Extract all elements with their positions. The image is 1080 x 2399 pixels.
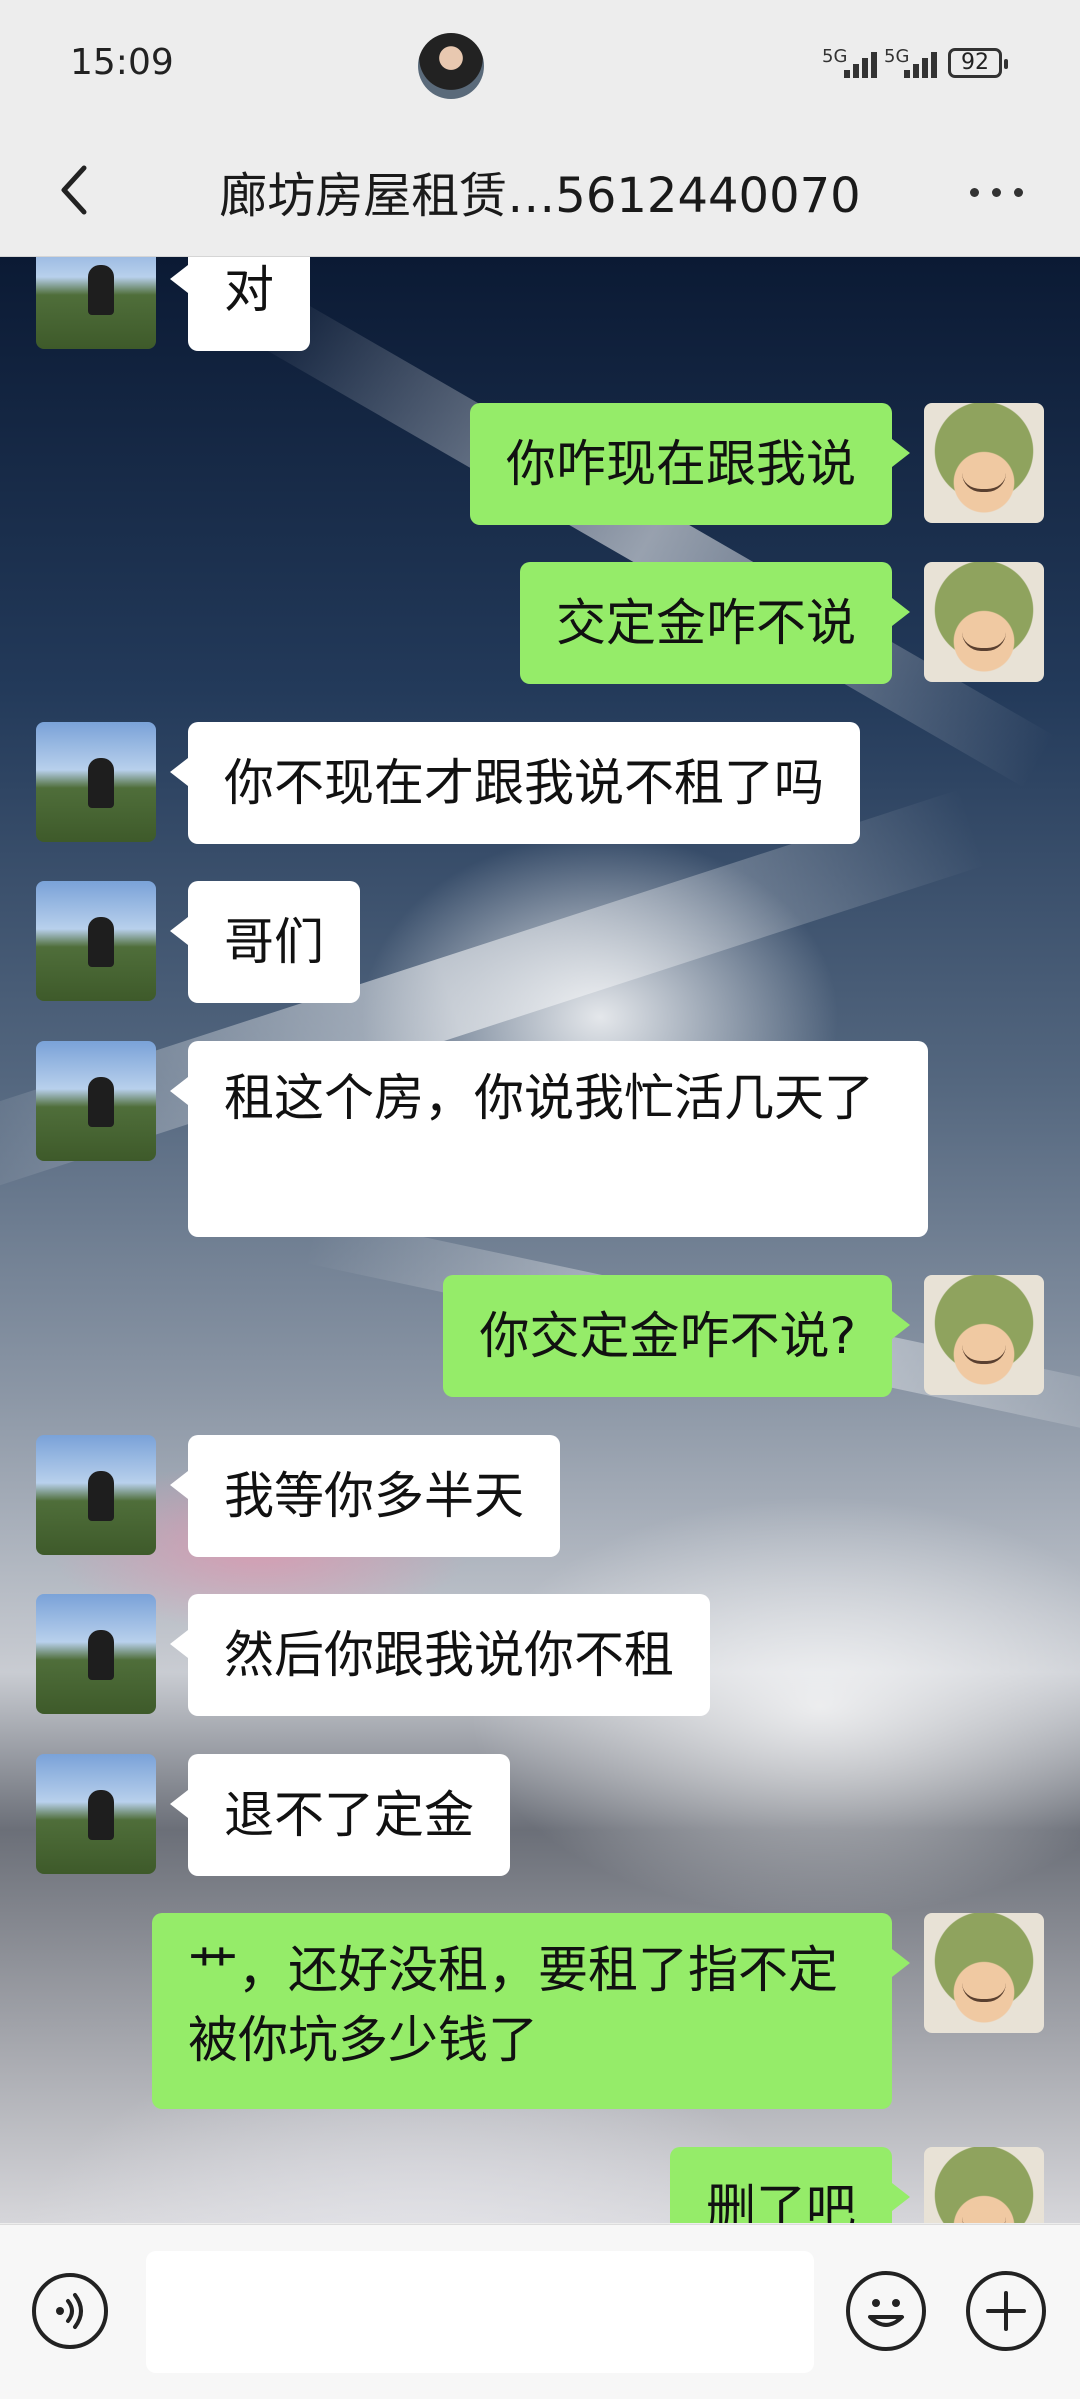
message-bubble[interactable]: 租这个房，你说我忙活几天了 xyxy=(170,1041,928,1237)
self-avatar[interactable] xyxy=(924,2147,1044,2223)
peer-avatar[interactable] xyxy=(36,257,156,349)
input-bar xyxy=(0,2224,1080,2399)
self-avatar[interactable] xyxy=(924,1913,1044,2033)
message-bubble[interactable]: 退不了定金 xyxy=(170,1754,510,1876)
signal-bars-icon xyxy=(836,50,878,78)
chat-title: 廊坊房屋租赁…5612440070 xyxy=(219,168,861,224)
chat-message-list[interactable]: 对 你咋现在跟我说 交定金咋不说 你不现在才跟我说不租了吗 哥们 租这个房，你说… xyxy=(0,257,1080,2223)
plus-icon[interactable] xyxy=(966,2271,1046,2351)
message-bubble[interactable]: 我等你多半天 xyxy=(170,1435,560,1557)
message-input[interactable] xyxy=(146,2251,814,2373)
message-bubble[interactable]: 对 xyxy=(170,257,310,351)
status-bar: 15:09 5G 5G 92 xyxy=(0,0,1080,130)
message-bubble[interactable]: 删了吧 xyxy=(670,2147,910,2223)
peer-avatar[interactable] xyxy=(36,722,156,842)
self-avatar[interactable] xyxy=(924,1275,1044,1395)
emoji-icon[interactable] xyxy=(846,2271,926,2351)
peer-avatar[interactable] xyxy=(36,1594,156,1714)
more-dots-icon[interactable] xyxy=(964,180,1028,204)
battery-icon: 92 xyxy=(948,48,1008,78)
message-bubble[interactable]: 然后你跟我说你不租 xyxy=(170,1594,710,1716)
peer-avatar[interactable] xyxy=(36,881,156,1001)
status-avatar xyxy=(418,33,484,99)
chat-header: 廊坊房屋租赁…5612440070 xyxy=(0,130,1080,257)
message-bubble[interactable]: 你交定金咋不说? xyxy=(443,1275,910,1397)
peer-avatar[interactable] xyxy=(36,1754,156,1874)
voice-icon[interactable] xyxy=(32,2273,108,2349)
peer-avatar[interactable] xyxy=(36,1435,156,1555)
message-bubble[interactable]: 艹，还好没租，要租了指不定被你坑多少钱了 xyxy=(152,1913,910,2109)
status-time: 15:09 xyxy=(70,42,174,83)
message-bubble[interactable]: 你不现在才跟我说不租了吗 xyxy=(170,722,860,844)
signal-bars-icon xyxy=(898,50,940,78)
peer-avatar[interactable] xyxy=(36,1041,156,1161)
message-bubble[interactable]: 哥们 xyxy=(170,881,360,1003)
message-bubble[interactable]: 交定金咋不说 xyxy=(520,562,910,684)
self-avatar[interactable] xyxy=(924,562,1044,682)
chevron-left-icon[interactable] xyxy=(46,160,106,220)
message-bubble[interactable]: 你咋现在跟我说 xyxy=(470,403,910,525)
self-avatar[interactable] xyxy=(924,403,1044,523)
background-light-beam xyxy=(245,286,1055,788)
